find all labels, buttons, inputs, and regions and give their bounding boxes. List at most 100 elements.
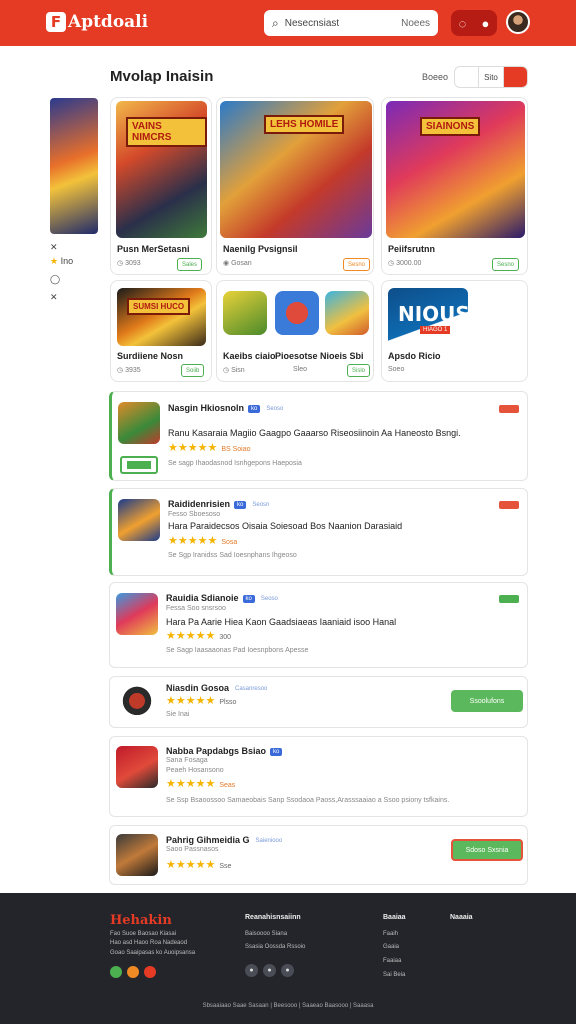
- play-store-icon[interactable]: ●: [263, 964, 276, 977]
- rating-stars: ★★★★★ Sse: [166, 859, 232, 871]
- rating-stars: ★★★★★ BS Soiao: [168, 442, 251, 454]
- header-actions: ◌ ●: [451, 10, 497, 36]
- status-badge: [499, 595, 519, 603]
- game-title: Kaeibs ciaio: [223, 351, 276, 361]
- game-icon: [275, 291, 319, 335]
- search-hint: Noees: [401, 17, 430, 29]
- user-avatar[interactable]: [506, 10, 530, 34]
- side-share-icon[interactable]: ✕: [50, 292, 58, 303]
- game-icon: [116, 682, 158, 724]
- footer-legal-links[interactable]: Sbsaaiaao Saae Sasaan | Beesooo | Saaeao…: [0, 1003, 576, 1009]
- featured-card[interactable]: NIOUS HIAGO 1 Apsdo Ricio Soeo: [381, 280, 528, 382]
- footer-link[interactable]: Ssasia Oossda Rssoio: [245, 944, 305, 950]
- sort-label: Boeeo: [422, 72, 449, 82]
- list-item[interactable]: Raididenrisien ko Seosn Fesso Sboesoso Har…: [109, 488, 528, 576]
- game-title: Naenilg Pvsignsil: [223, 244, 298, 254]
- list-item[interactable]: Nabba Papdabgs Bsiao ko Sana Fosaga Peaeh…: [109, 736, 528, 817]
- featured-card[interactable]: LEHS HOMILE Naenilg Pvsignsil ◉ Gosan Se…: [216, 97, 374, 275]
- game-icon: [118, 499, 160, 541]
- footer-link[interactable]: Gaaia: [383, 944, 399, 950]
- card-badge[interactable]: Sislo: [347, 364, 371, 377]
- game-meta: Sleo: [293, 366, 308, 373]
- list-item-title: Pahrig Gihmeidia G Saieniooo: [166, 835, 283, 845]
- list-item-title: Nabba Papdabgs Bsiao ko: [166, 746, 283, 756]
- game-meta: ◉ Gosan: [223, 260, 252, 267]
- social-icon[interactable]: [144, 966, 156, 978]
- status-badge: [499, 405, 519, 413]
- social-icon[interactable]: [127, 966, 139, 978]
- list-item-title: Nasgin Hkiosnoln ko Seoso: [168, 403, 284, 413]
- side-settings-icon[interactable]: ◯: [50, 274, 60, 285]
- status-badge: [499, 501, 519, 509]
- sort-toggle: Sito: [454, 66, 528, 88]
- top-header: F Aptdoali ⌕ Nesecnsiast Noees ◌ ●: [0, 0, 576, 46]
- social-icon[interactable]: [110, 966, 122, 978]
- game-title: Peiifsrutnn: [388, 244, 436, 254]
- cover-title: VAINS NIMCRS: [126, 117, 207, 147]
- logo-icon: F: [46, 12, 66, 32]
- footer-brand[interactable]: Hehakin: [110, 913, 172, 928]
- footer-column-title: Naaaia: [450, 914, 473, 921]
- sort-option-1[interactable]: [455, 67, 480, 87]
- featured-card[interactable]: SUMSI HUCO Surdiiene Nosn ◷ 3935 Soiib: [110, 280, 212, 382]
- featured-card[interactable]: SIAINONS Peiifsrutnn ◷ 3000.00 Sesno: [381, 97, 528, 275]
- list-item-footer: Se Sgp Iranidss Sad Ioesnphans Ihgeoso: [168, 552, 297, 559]
- footer-description: Hao asd Haoo Roa Nadeaod: [110, 940, 188, 946]
- install-button[interactable]: Sdoso Sxsnia: [451, 839, 523, 861]
- page-footer: Hehakin Fao Suoe Baosao Kiasai Hao asd H…: [0, 893, 576, 1024]
- game-title: Pioesotse Nioeis Sbi: [275, 351, 364, 361]
- game-cover-image: SUMSI HUCO: [117, 288, 206, 346]
- card-badge[interactable]: Sesno: [492, 258, 520, 271]
- card-badge[interactable]: Soiib: [181, 364, 205, 377]
- card-badge[interactable]: Sesno: [343, 258, 371, 271]
- footer-link[interactable]: Sai Beia: [383, 972, 405, 978]
- side-filter-icon[interactable]: ✕: [50, 242, 58, 253]
- game-icon: [118, 402, 160, 444]
- list-item-title: Rauidia Sdianoie ko Seoso: [166, 593, 278, 603]
- chat-icon[interactable]: ◌: [459, 16, 467, 31]
- game-icon: [116, 834, 158, 876]
- notification-icon[interactable]: ●: [482, 16, 490, 31]
- side-banner-image[interactable]: [50, 98, 98, 234]
- list-item[interactable]: Pahrig Gihmeidia G Saieniooo Saoo Passnas…: [109, 825, 528, 885]
- game-title: Pusn MerSetasni: [117, 244, 190, 254]
- game-meta: ◷ 3093: [117, 260, 141, 267]
- rating-stars: ★★★★★ Sosa: [168, 535, 238, 547]
- rating-stars: ★★★★★ 300: [166, 630, 231, 642]
- list-item-subtitle: Peaeh Hosansono: [166, 767, 224, 774]
- game-cover-image: LEHS HOMILE: [220, 101, 372, 238]
- footer-link[interactable]: Faaih: [383, 931, 398, 937]
- sort-option-3[interactable]: [503, 67, 527, 87]
- cover-title: SIAINONS: [420, 117, 481, 136]
- sort-option-2[interactable]: Sito: [479, 67, 504, 87]
- list-item-subtitle: Saoo Passnasos: [166, 846, 219, 853]
- search-box[interactable]: ⌕ Nesecnsiast Noees: [264, 10, 438, 36]
- brand-logo[interactable]: F Aptdoali: [46, 10, 148, 34]
- game-cover-image: NIOUS HIAGO 1: [388, 288, 470, 346]
- game-meta: ◷ Sisn: [223, 367, 245, 374]
- game-icon: [116, 593, 158, 635]
- footer-column-title: Baaiaa: [383, 914, 406, 921]
- list-item[interactable]: Niasdin Gosoa Casanresoo ★★★★★ Plsso Sie I…: [109, 676, 528, 728]
- featured-card[interactable]: Kaeibs ciaio Pioesotse Nioeis Sbi ◷ Sisn…: [216, 280, 374, 382]
- rating-stars: ★★★★★ Seas: [166, 778, 236, 790]
- list-item-footer: Se Ssp Bsaoossoo Samaeobais Sanp Ssodaoa…: [166, 797, 450, 804]
- footer-description: Goao Saaipasas ko Auoipsansa: [110, 950, 196, 956]
- game-cover-image: VAINS NIMCRS: [116, 101, 207, 238]
- footer-link[interactable]: Faaiaa: [383, 958, 401, 964]
- web-icon[interactable]: ●: [281, 964, 294, 977]
- game-icon: [116, 746, 158, 788]
- cover-subtitle: HIAGO 1: [420, 326, 451, 334]
- list-item[interactable]: Nasgin Hkiosnoln ko Seoso Ranu Kasaraia Ma…: [109, 391, 528, 481]
- list-item-footer: Se sagp Ihaodasnod Isnhgepons Haeposia: [168, 460, 302, 467]
- logo-text: Aptdoali: [68, 12, 149, 32]
- footer-column-title: Reanahisnsaiinn: [245, 914, 301, 921]
- app-store-icon[interactable]: ●: [245, 964, 258, 977]
- footer-link[interactable]: Baisoooo Siana: [245, 931, 287, 937]
- list-item[interactable]: Rauidia Sdianoie ko Seoso Fessa Soo snsrso…: [109, 582, 528, 668]
- download-button[interactable]: [120, 456, 158, 474]
- card-badge[interactable]: Sales: [177, 258, 203, 271]
- featured-card[interactable]: VAINS NIMCRS Pusn MerSetasni ◷ 3093 Sale…: [110, 97, 212, 275]
- install-button[interactable]: Ssoolufons: [451, 690, 523, 712]
- game-icon: [325, 291, 369, 335]
